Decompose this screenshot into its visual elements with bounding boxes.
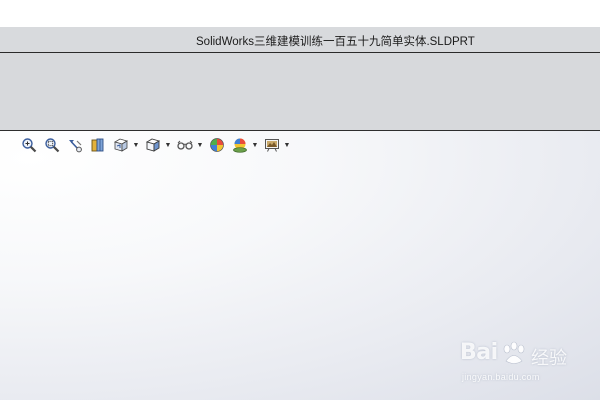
solidworks-window: SolidWorks三维建模训练一百五十九简单实体.SLDPRT ▼ ▼ ▼ ▼…: [0, 0, 600, 400]
window-title: SolidWorks三维建模训练一百五十九简单实体.SLDPRT: [196, 36, 475, 48]
apply-scene-dropdown[interactable]: ▼: [251, 136, 259, 154]
previous-view-button[interactable]: [66, 136, 84, 154]
view-settings-button[interactable]: [263, 136, 281, 154]
zoom-to-area-button[interactable]: [43, 136, 61, 154]
previous-view-icon: [69, 140, 82, 153]
display-style-dropdown[interactable]: ▼: [164, 136, 172, 154]
zoom-to-area-icon: [45, 138, 60, 153]
paw-logo-icon: [503, 341, 525, 364]
view-orientation-dropdown[interactable]: ▼: [132, 136, 140, 154]
edit-appearance-icon: [210, 138, 224, 152]
zoom-to-fit-icon: [22, 138, 37, 153]
heads-up-view-toolbar: ▼ ▼ ▼ ▼ ▼: [20, 135, 295, 155]
view-settings-icon: [265, 139, 279, 152]
display-style-icon: [145, 138, 161, 152]
baidu-jingyan-watermark: Bai 经验 jingyan.baidu.com: [460, 338, 590, 388]
watermark-brand: Bai: [460, 340, 498, 365]
hide-show-items-button[interactable]: [176, 136, 194, 154]
top-margin: [0, 0, 600, 27]
watermark-url: jingyan.baidu.com: [462, 372, 540, 382]
view-orientation-icon: [114, 138, 128, 152]
title-bar[interactable]: SolidWorks三维建模训练一百五十九简单实体.SLDPRT: [0, 27, 600, 53]
hide-show-items-icon: [177, 140, 193, 150]
apply-scene-button[interactable]: [231, 136, 249, 154]
view-settings-dropdown[interactable]: ▼: [283, 136, 291, 154]
zoom-to-fit-button[interactable]: [20, 136, 38, 154]
hide-show-items-dropdown[interactable]: ▼: [196, 136, 204, 154]
view-orientation-button[interactable]: [112, 136, 130, 154]
edit-appearance-button[interactable]: [208, 136, 226, 154]
display-style-button[interactable]: [144, 136, 162, 154]
section-view-button[interactable]: [89, 136, 107, 154]
section-view-icon: [91, 138, 104, 152]
watermark-product: 经验: [531, 348, 567, 368]
command-manager-ribbon: [0, 53, 600, 131]
apply-scene-icon: [233, 138, 247, 153]
